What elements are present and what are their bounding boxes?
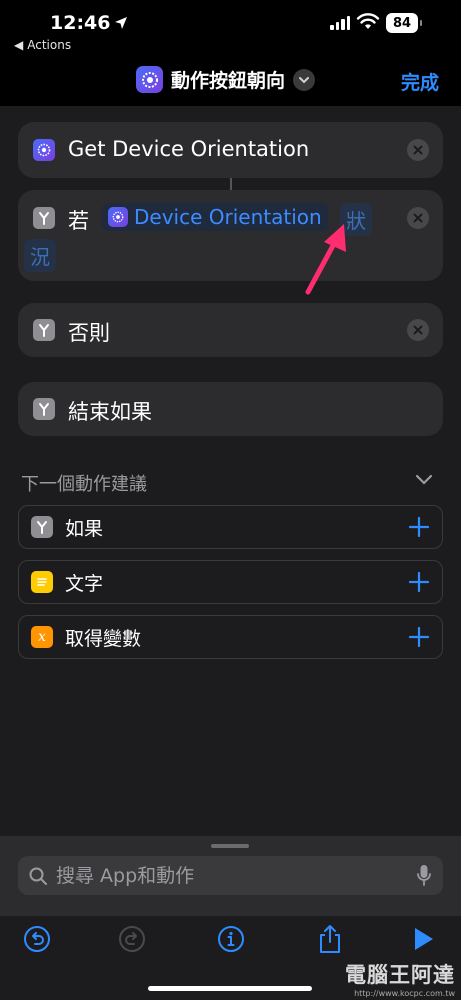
action-search-panel — [0, 836, 461, 916]
watermark-text: 電腦王阿達 — [345, 963, 455, 987]
suggestion-label: 取得變數 — [65, 627, 142, 650]
action-app-icon — [33, 139, 55, 161]
branch-icon — [33, 207, 55, 229]
run-button[interactable] — [408, 924, 438, 954]
back-to-app-link[interactable]: ◀ Actions — [14, 38, 71, 52]
undo-button[interactable] — [22, 924, 52, 954]
otherwise-label: 否則 — [68, 321, 110, 345]
suggestion-label: 如果 — [65, 517, 104, 540]
close-icon — [413, 325, 423, 335]
branch-icon — [33, 319, 55, 341]
device-orientation-variable-token[interactable]: Device Orientation — [102, 203, 328, 231]
chevron-down-icon — [293, 68, 316, 91]
shortcut-editor: Get Device Orientation 若 Device Orientat… — [0, 106, 461, 836]
back-triangle-icon: ◀ — [14, 38, 24, 52]
share-icon — [320, 925, 340, 953]
watermark-url: http://www.kocpc.com.tw — [354, 989, 455, 998]
branch-icon — [31, 516, 53, 538]
share-button[interactable] — [315, 924, 345, 954]
undo-icon — [24, 926, 50, 952]
watermark-logo: 電腦王阿達 http://www.kocpc.com.tw — [345, 959, 455, 998]
remove-action-button[interactable] — [407, 207, 429, 229]
home-indicator[interactable] — [148, 986, 312, 991]
variable-app-icon — [108, 207, 128, 227]
end-if-label: 結束如果 — [68, 400, 152, 424]
panel-grabber[interactable] — [211, 844, 249, 848]
action-end-if[interactable]: 結束如果 — [18, 382, 443, 436]
suggestion-label: 文字 — [65, 572, 104, 595]
page-title: 動作按鈕朝向 — [171, 70, 286, 92]
action-otherwise[interactable]: 否則 — [18, 303, 443, 357]
search-icon — [29, 867, 47, 885]
branch-icon — [33, 398, 55, 420]
shortcut-app-icon — [136, 66, 163, 93]
remove-action-button[interactable] — [407, 319, 429, 341]
action-get-device-orientation[interactable]: Get Device Orientation — [18, 122, 443, 178]
close-icon — [413, 213, 423, 223]
search-input[interactable] — [56, 864, 386, 887]
suggestions-heading: 下一個動作建議 — [21, 474, 147, 495]
action-if[interactable]: 若 Device Orientation 狀 況 — [18, 190, 443, 281]
shortcut-title-button[interactable]: 動作按鈕朝向 — [136, 66, 316, 93]
battery-icon: 84 — [386, 13, 422, 33]
redo-icon — [119, 926, 145, 952]
add-icon[interactable] — [406, 624, 432, 650]
add-icon[interactable] — [406, 569, 432, 595]
clock: 12:46 — [50, 12, 128, 34]
suggestion-get-variable[interactable]: x 取得變數 — [18, 615, 443, 659]
info-button[interactable] — [216, 924, 246, 954]
condition-param-part-2[interactable]: 況 — [24, 239, 56, 272]
redo-button[interactable] — [117, 924, 147, 954]
variable-icon: x — [31, 626, 53, 648]
variable-token-label: Device Orientation — [134, 205, 322, 229]
microphone-icon[interactable] — [417, 864, 431, 888]
location-arrow-icon — [115, 17, 128, 29]
info-icon — [218, 926, 244, 952]
add-icon[interactable] — [406, 514, 432, 540]
time-text: 12:46 — [50, 12, 111, 34]
back-app-label: Actions — [27, 38, 72, 52]
suggestion-if[interactable]: 如果 — [18, 505, 443, 549]
flow-connector — [230, 178, 232, 190]
suggestion-text[interactable]: 文字 — [18, 560, 443, 604]
cellular-signal-icon — [330, 16, 350, 30]
action-label: Get Device Orientation — [68, 137, 310, 161]
bottom-toolbar: 電腦王阿達 http://www.kocpc.com.tw — [0, 916, 461, 1000]
wifi-icon — [356, 13, 380, 29]
status-bar: 12:46 ◀ Actions 84 — [0, 0, 461, 56]
text-icon — [31, 571, 53, 593]
navigation-bar: 動作按鈕朝向 完成 — [0, 56, 461, 106]
play-icon — [415, 928, 433, 950]
close-icon — [413, 145, 423, 155]
battery-level: 84 — [392, 15, 412, 31]
chevron-down-icon[interactable] — [415, 474, 433, 486]
if-keyword: 若 — [68, 209, 89, 233]
annotation-arrow-icon — [305, 224, 346, 295]
search-bar[interactable] — [18, 856, 443, 895]
done-button[interactable]: 完成 — [401, 68, 439, 95]
remove-action-button[interactable] — [407, 139, 429, 161]
